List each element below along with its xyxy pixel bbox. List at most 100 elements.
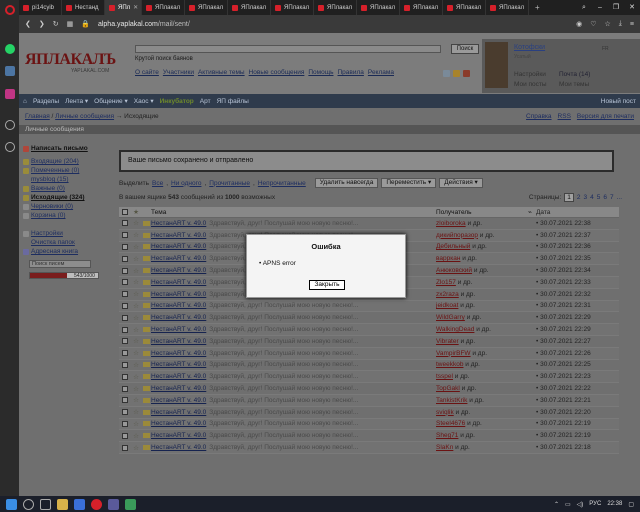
row-star-icon[interactable]: ☆ [131, 432, 141, 440]
folder-trash[interactable]: Корзина (0) [31, 212, 66, 219]
clock[interactable]: 22:38 [607, 501, 622, 507]
table-row[interactable]: ☆ НестанАRT v. 49.0Здравствуй, друг! Посл… [119, 218, 619, 230]
page-5[interactable]: 5 [597, 194, 601, 201]
row-star-icon[interactable]: ☆ [131, 219, 141, 227]
app2-icon[interactable] [125, 498, 136, 510]
col-recipient[interactable]: Получатель [436, 209, 528, 216]
opera-logo-icon[interactable] [5, 5, 15, 15]
row-subject[interactable]: НестанАRT v. 49.0 [151, 373, 206, 380]
row-recipient[interactable]: Sheg71 [436, 432, 458, 439]
compose-link[interactable]: Написать письмо [31, 145, 88, 152]
row-checkbox[interactable] [122, 432, 128, 439]
row-star-icon[interactable]: ☆ [131, 255, 141, 263]
row-subject[interactable]: НестанАRT v. 49.0 [151, 302, 206, 309]
menu-icon[interactable]: ≡ [630, 21, 634, 28]
row-checkbox[interactable] [122, 243, 128, 250]
language-indicator[interactable]: РУС [589, 501, 601, 507]
row-checkbox[interactable] [122, 361, 128, 368]
row-subject[interactable]: НестанАRT v. 49.0 [151, 409, 206, 416]
instagram-icon[interactable] [5, 89, 15, 99]
row-recipient[interactable]: дикийпоразор [436, 232, 478, 239]
row-subject[interactable]: НестанАRT v. 49.0 [151, 279, 206, 286]
select-unread[interactable]: Непрочитанные [258, 180, 306, 187]
row-subject[interactable]: НестанАRT v. 49.0 [151, 267, 206, 274]
col-date[interactable]: Дата [536, 209, 616, 216]
row-star-icon[interactable]: ☆ [131, 408, 141, 416]
user-lang[interactable]: FR [602, 46, 609, 52]
row-checkbox[interactable] [122, 279, 128, 286]
row-checkbox[interactable] [122, 220, 128, 227]
folder-drafts[interactable]: Черновики (0) [31, 203, 73, 210]
row-star-icon[interactable]: ☆ [131, 361, 141, 369]
row-recipient[interactable]: WalkingDead [436, 326, 474, 333]
menu-sections[interactable]: Разделы [33, 98, 59, 105]
table-row[interactable]: ☆ НестанАRT v. 49.0Здравствуй, друг! Посл… [119, 442, 619, 454]
explorer-icon[interactable] [57, 498, 68, 510]
menu-chat[interactable]: Общение ▾ [94, 97, 128, 105]
page-more[interactable]: ... [617, 194, 622, 201]
row-checkbox[interactable] [122, 267, 128, 274]
table-row[interactable]: ☆ НестанАRT v. 49.0Здравствуй, друг! Посл… [119, 407, 619, 419]
row-recipient[interactable]: Дебильный [436, 243, 470, 250]
table-row[interactable]: ☆ НестанАRT v. 49.0Здравствуй, друг! Посл… [119, 418, 619, 431]
row-recipient[interactable]: Zlo157 [436, 279, 456, 286]
row-recipient[interactable]: Анюковский [436, 267, 472, 274]
row-star-icon[interactable]: ☆ [131, 278, 141, 286]
row-subject[interactable]: НестанАRT v. 49.0 [151, 385, 206, 392]
avatar[interactable] [485, 42, 508, 88]
page-7[interactable]: 7 [610, 194, 614, 201]
search-tabs-icon[interactable]: ⌕ [576, 0, 592, 15]
reload-icon[interactable]: ↻ [53, 20, 59, 28]
row-star-icon[interactable]: ☆ [131, 444, 141, 452]
tabs-grid-icon[interactable]: ▦ [67, 20, 74, 28]
row-recipient[interactable]: TankistKrik [436, 397, 467, 404]
username[interactable]: Котофски [514, 44, 545, 51]
row-subject[interactable]: НестанАRT v. 49.0 [151, 232, 206, 239]
close-window-button[interactable]: ✕ [624, 0, 640, 15]
rss-link[interactable]: RSS [558, 113, 571, 120]
star-column-icon[interactable]: ★ [131, 208, 141, 216]
nav-ads[interactable]: Реклама [368, 69, 394, 76]
page-3[interactable]: 3 [583, 194, 587, 201]
row-checkbox[interactable] [122, 232, 128, 239]
row-checkbox[interactable] [122, 420, 128, 427]
notifications-tray-icon[interactable]: ▢ [628, 501, 634, 508]
row-subject[interactable]: НестанАRT v. 49.0 [151, 220, 206, 227]
row-recipient[interactable]: tsspel [436, 373, 453, 380]
notifications-icon[interactable] [453, 70, 460, 77]
user-mail-link[interactable]: Почта (14) [559, 71, 590, 78]
row-checkbox[interactable] [122, 385, 128, 392]
select-all[interactable]: Все [152, 180, 163, 187]
table-row[interactable]: ☆ НестанАRT v. 49.0Здравствуй, друг! Посл… [119, 430, 619, 443]
delete-forever-button[interactable]: Удалить навсегда [314, 178, 379, 188]
row-subject[interactable]: НестанАRT v. 49.0 [151, 338, 206, 345]
browser-tab[interactable]: Нестанд [62, 0, 105, 15]
print-link[interactable]: Версия для печати [577, 113, 634, 120]
table-row[interactable]: ☆ НестанАRT v. 49.0Здравствуй, друг! Посл… [119, 336, 619, 348]
search-icon[interactable] [23, 498, 34, 510]
browser-tab[interactable]: ЯПлакал [443, 0, 486, 15]
row-subject[interactable]: НестанАRT v. 49.0 [151, 444, 206, 451]
browser-tab[interactable]: ЯПлакал [400, 0, 443, 15]
url-field[interactable]: alpha.yaplakal.com/mail/sent/ [98, 21, 568, 28]
row-subject[interactable]: НестанАRT v. 49.0 [151, 432, 206, 439]
table-row[interactable]: ☆ НестанАRT v. 49.0Здравствуй, друг! Посл… [119, 371, 619, 384]
browser-tab[interactable]: ЯПлакал [185, 0, 228, 15]
browser-tab[interactable]: ЯПл ✕ [105, 0, 142, 15]
row-subject[interactable]: НестанАRT v. 49.0 [151, 314, 206, 321]
row-subject[interactable]: НестанАRT v. 49.0 [151, 255, 206, 262]
table-row[interactable]: ☆ НестанАRT v. 49.0Здравствуй, друг! Посл… [119, 394, 619, 407]
volume-icon[interactable]: ◁) [577, 501, 584, 508]
favorites-icon[interactable] [463, 70, 470, 77]
row-recipient[interactable]: варркан [436, 255, 460, 262]
table-row[interactable]: ☆ НестанАRT v. 49.0Здравствуй, друг! Посл… [119, 383, 619, 395]
folder-mysblog[interactable]: mysblog (15) [31, 176, 69, 183]
nav-members[interactable]: Участники [163, 69, 194, 76]
folder-important[interactable]: Важные (0) [31, 185, 65, 192]
row-recipient[interactable]: jeidkoat [436, 302, 458, 309]
minimize-button[interactable]: – [592, 0, 608, 15]
row-checkbox[interactable] [122, 302, 128, 309]
mail-app-icon[interactable] [74, 498, 85, 510]
clean-folders-link[interactable]: Очистка папок [31, 239, 75, 246]
move-button[interactable]: Переместить ▾ [381, 178, 437, 188]
